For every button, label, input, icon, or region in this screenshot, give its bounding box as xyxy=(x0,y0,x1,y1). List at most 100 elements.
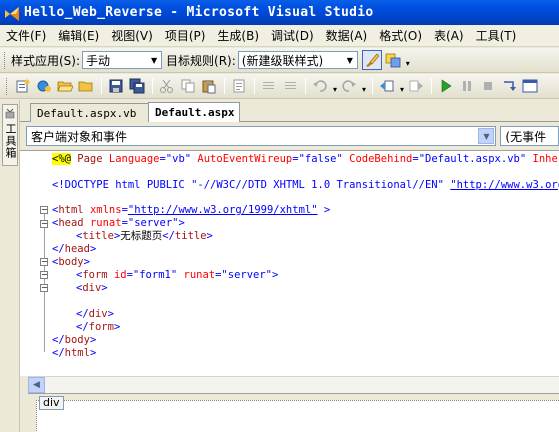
toolbar-overflow-icon[interactable]: ▾ xyxy=(404,52,412,68)
horizontal-scrollbar[interactable]: ◀ xyxy=(28,376,559,393)
document-lines-icon xyxy=(233,79,245,93)
code-line-13: </html> xyxy=(52,347,97,359)
standard-toolbar: ▾ ▾ ▾ xyxy=(0,74,559,99)
command-window-button[interactable] xyxy=(520,76,540,96)
undo-button[interactable] xyxy=(310,76,330,96)
events-value: (无事件 xyxy=(505,129,547,144)
new-project-icon xyxy=(16,79,30,93)
code-line-3: <html xmlns="http://www.w3.org/1999/xhtm… xyxy=(52,204,331,216)
redo-icon xyxy=(342,80,356,92)
save-button[interactable] xyxy=(106,76,126,96)
tab-default-aspx[interactable]: Default.aspx xyxy=(148,102,240,122)
undo-dropdown-icon[interactable]: ▾ xyxy=(331,78,339,94)
chevron-down-icon[interactable]: ▼ xyxy=(478,128,495,144)
style-brush-button[interactable] xyxy=(361,50,382,70)
menu-file[interactable]: 文件(F) xyxy=(6,27,46,44)
open-web-button[interactable] xyxy=(76,76,96,96)
style-apply-label: 样式应用(S): xyxy=(11,53,81,68)
new-project-button[interactable] xyxy=(13,76,33,96)
copy-button[interactable] xyxy=(178,76,198,96)
toolbar-separator xyxy=(254,78,255,94)
style-apply-combo[interactable]: 手动 ▼ xyxy=(82,51,163,69)
collapse-icon[interactable]: − xyxy=(40,220,48,228)
tab-default-aspx-vb[interactable]: Default.aspx.vb xyxy=(30,103,150,122)
toolbox-tab[interactable]: 工具箱 xyxy=(2,104,18,166)
css-properties-button[interactable] xyxy=(383,50,403,70)
pause-button[interactable] xyxy=(457,76,477,96)
open-file-button[interactable] xyxy=(55,76,75,96)
toolbar-separator xyxy=(305,78,306,94)
code-line-12: </body> xyxy=(52,334,97,346)
collapse-icon[interactable]: − xyxy=(40,284,48,292)
title-bar: Hello_Web_Reverse - Microsoft Visual Stu… xyxy=(0,0,559,25)
scissors-icon xyxy=(160,79,173,93)
menu-tools[interactable]: 工具(T) xyxy=(476,27,517,44)
code-line-9: <div> xyxy=(76,282,108,294)
navigate-dropdown-icon[interactable]: ▾ xyxy=(398,78,406,94)
navigate-backward-button[interactable] xyxy=(377,76,397,96)
navigate-forward-button[interactable] xyxy=(406,76,426,96)
folder-icon xyxy=(78,81,93,92)
target-rule-combo[interactable]: (新建级联样式) ▼ xyxy=(237,51,358,69)
tag-navigator-div[interactable]: div xyxy=(39,396,64,410)
code-line-4: <head runat="server"> xyxy=(52,217,185,229)
collapse-icon[interactable]: − xyxy=(40,258,48,266)
toolbar-separator xyxy=(431,78,432,94)
menu-data[interactable]: 数据(A) xyxy=(326,27,368,44)
align-lines-icon xyxy=(263,82,274,89)
menu-build[interactable]: 生成(B) xyxy=(217,27,259,44)
collapse-icon[interactable]: − xyxy=(40,271,48,279)
client-objects-dropdown[interactable]: 客户端对象和事件 ▼ xyxy=(26,126,497,146)
document-tabs: Default.aspx.vb Default.aspx xyxy=(20,100,559,122)
redo-dropdown-icon[interactable]: ▾ xyxy=(360,78,368,94)
toolbar-separator xyxy=(224,78,225,94)
window-icon xyxy=(522,79,538,93)
step-into-button[interactable] xyxy=(499,76,519,96)
format-document-button[interactable] xyxy=(229,76,249,96)
menu-debug[interactable]: 调试(D) xyxy=(271,27,314,44)
chevron-down-icon[interactable]: ▼ xyxy=(147,52,161,68)
chevron-down-icon[interactable]: ▼ xyxy=(343,52,357,68)
toolbox-strip: 工具箱 xyxy=(0,100,20,432)
code-editor[interactable]: <%@ Page Language="vb" AutoEventWireup="… xyxy=(20,150,559,376)
menu-project[interactable]: 项目(P) xyxy=(165,27,206,44)
uncomment-button[interactable] xyxy=(280,76,300,96)
menu-bar: 文件(F) 编辑(E) 视图(V) 项目(P) 生成(B) 调试(D) 数据(A… xyxy=(0,25,559,47)
toolbar-grip[interactable] xyxy=(4,51,7,69)
style-toolbar: 样式应用(S): 手动 ▼ 目标规则(R): (新建级联样式) ▼ ▾ xyxy=(0,48,559,73)
client-objects-value: 客户端对象和事件 xyxy=(31,129,128,144)
menu-edit[interactable]: 编辑(E) xyxy=(58,27,99,44)
style-apply-value: 手动 xyxy=(86,53,111,68)
code-line-7: <body> xyxy=(52,256,90,268)
start-debugging-button[interactable] xyxy=(436,76,456,96)
scroll-left-icon[interactable]: ◀ xyxy=(28,377,45,393)
visual-studio-icon xyxy=(5,6,19,21)
target-rule-label: 目标规则(R): xyxy=(166,53,236,68)
code-line-6: </head> xyxy=(52,243,97,255)
stop-icon xyxy=(484,82,492,90)
toolbar-separator xyxy=(101,78,102,94)
menu-view[interactable]: 视图(V) xyxy=(111,27,153,44)
pause-icon xyxy=(463,81,471,91)
save-icon xyxy=(109,79,123,93)
comment-button[interactable] xyxy=(259,76,279,96)
save-all-button[interactable] xyxy=(127,76,147,96)
target-rule-value: (新建级联样式) xyxy=(241,53,324,68)
events-dropdown[interactable]: (无事件 xyxy=(500,126,559,146)
paste-button[interactable] xyxy=(199,76,219,96)
collapse-icon[interactable]: − xyxy=(40,206,48,214)
menu-format[interactable]: 格式(O) xyxy=(379,27,422,44)
design-surface[interactable]: div xyxy=(36,396,559,432)
toolbox-label: 工具箱 xyxy=(4,123,17,159)
toolbar-grip[interactable] xyxy=(6,77,9,95)
stop-button[interactable] xyxy=(478,76,498,96)
step-into-icon xyxy=(504,81,516,91)
menu-table[interactable]: 表(A) xyxy=(434,27,464,44)
window-title: Hello_Web_Reverse - Microsoft Visual Stu… xyxy=(24,5,374,20)
undo-icon xyxy=(313,80,327,92)
redo-button[interactable] xyxy=(339,76,359,96)
cut-button[interactable] xyxy=(157,76,177,96)
copy-icon xyxy=(181,79,195,93)
tab-label: Default.aspx xyxy=(155,106,235,119)
add-item-button[interactable] xyxy=(34,76,54,96)
